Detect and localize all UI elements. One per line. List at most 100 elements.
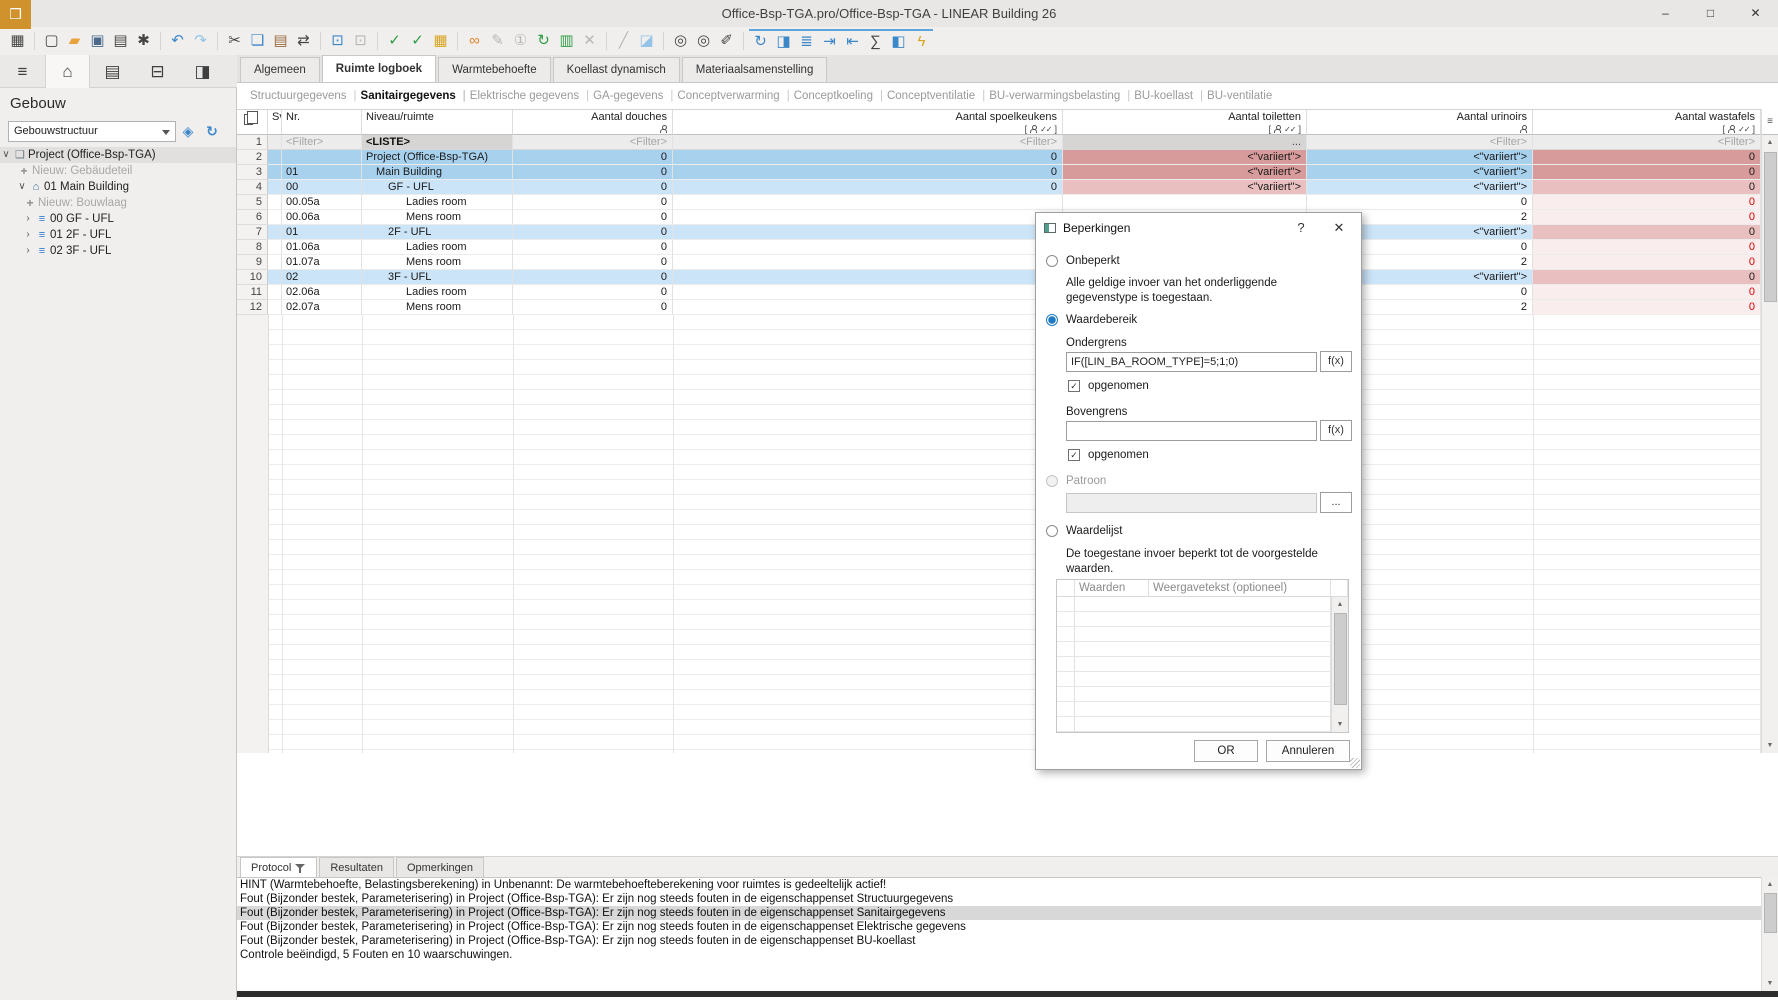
scroll-up-icon[interactable]: ▲ — [1762, 877, 1778, 892]
log-line[interactable]: Fout (Bijzonder bestek, Parameterisering… — [237, 920, 1761, 934]
more-button[interactable]: ... — [1320, 492, 1352, 513]
tree-item-nieuw-gebaudeteil[interactable]: + Nieuw: Gebäudeteil — [0, 163, 236, 179]
save-icon[interactable]: ▣ — [86, 30, 109, 52]
filter-cell-spoelkeukens[interactable]: <Filter> — [673, 135, 1063, 150]
subtab-bu-ventilatie[interactable]: BU-ventilatie — [1200, 90, 1279, 102]
values-row[interactable] — [1057, 717, 1348, 732]
scroll-down-icon[interactable]: ▼ — [1762, 976, 1778, 991]
tab-resultaten[interactable]: Resultaten — [319, 857, 394, 878]
dialog-close-button[interactable]: ✕ — [1322, 213, 1356, 243]
table-row[interactable]: 10 02 3F - UFL 0 <"variiert"> 0 — [237, 270, 1761, 285]
subtab-conceptventilatie[interactable]: Conceptventilatie — [880, 90, 982, 102]
copy-pages-icon[interactable] — [244, 114, 253, 125]
tree-item-nieuw-bouwlaag[interactable]: + Nieuw: Bouwlaag — [0, 195, 236, 211]
doc-check-icon[interactable]: ✓ — [383, 30, 406, 52]
screen-prev-icon[interactable]: ⊡ — [326, 30, 349, 52]
filter-cell-douches[interactable]: <Filter> — [513, 135, 673, 150]
table-row[interactable]: 6 00.06a Mens room 0 2 0 — [237, 210, 1761, 225]
filter-cell-sv[interactable] — [268, 135, 282, 150]
tab-koellast-dynamisch[interactable]: Koellast dynamisch — [553, 57, 680, 82]
table-row[interactable]: 9 01.07a Mens room 0 2 0 — [237, 255, 1761, 270]
filter-cell-urinoirs[interactable]: <Filter> — [1307, 135, 1533, 150]
panel-config-icon[interactable]: ◨ — [772, 31, 795, 53]
chevron-expanded-icon[interactable]: ∨ — [16, 179, 28, 195]
cancel-button[interactable]: Annuleren — [1266, 740, 1350, 762]
sidebar-tab-data[interactable]: ⊟ — [135, 55, 180, 88]
table-row[interactable]: 12 02.07a Mens room 0 2 0 — [237, 300, 1761, 315]
subtab-conceptkoeling[interactable]: Conceptkoeling — [787, 90, 880, 102]
table-row[interactable]: 4 00 GF - UFL 0 0 <"variiert"> <"variier… — [237, 180, 1761, 195]
chevron-collapsed-icon[interactable]: › — [22, 211, 34, 227]
tree-item-floor-00[interactable]: › ≡ 00 GF - UFL — [0, 211, 236, 227]
table-row[interactable]: 3 01 Main Building 0 0 <"variiert"> <"va… — [237, 165, 1761, 180]
table-row[interactable]: 7 01 2F - UFL 0 <"variiert"> 0 — [237, 225, 1761, 240]
refresh-view-icon[interactable]: ↻ — [749, 31, 772, 53]
link-icon[interactable]: ∞ — [463, 30, 486, 52]
paste-icon[interactable]: ▤ — [269, 30, 292, 52]
new-document-icon[interactable]: ▢ — [40, 30, 63, 52]
filter-cell-nr[interactable]: <Filter> — [282, 135, 362, 150]
list-view-icon[interactable]: ≣ — [795, 31, 818, 53]
sidebar-tab-form[interactable]: ◨ — [180, 55, 225, 88]
checkbox-opgenomen-bovengrens[interactable]: ✓ — [1068, 449, 1080, 461]
scroll-up-icon[interactable]: ▲ — [1762, 135, 1778, 150]
tab-materiaalsamenstelling[interactable]: Materiaalsamenstelling — [682, 57, 828, 82]
swap-icon[interactable]: ⇄ — [292, 30, 315, 52]
subtab-elektrische-gegevens[interactable]: Elektrische gegevens — [463, 90, 586, 102]
log-line[interactable]: Fout (Bijzonder bestek, Parameterisering… — [237, 934, 1761, 948]
fx-button-ondergrens[interactable]: f(x) — [1320, 351, 1352, 372]
structure-select[interactable]: Gebouwstructuur — [8, 121, 176, 142]
tree-item-floor-02[interactable]: › ≡ 02 3F - UFL — [0, 243, 236, 259]
tag-one-icon[interactable]: ① — [509, 30, 532, 52]
tab-ruimte-logboek[interactable]: Ruimte logboek — [322, 55, 436, 82]
values-scrollbar[interactable]: ▲ ▼ — [1331, 597, 1348, 732]
tab-algemeen[interactable]: Algemeen — [240, 57, 320, 82]
sidebar-tab-building[interactable]: ⌂ — [45, 55, 90, 88]
tree-item-project[interactable]: ∨ ❏ Project (Office-Bsp-TGA) — [0, 147, 236, 163]
fx-button-bovengrens[interactable]: f(x) — [1320, 420, 1352, 441]
menu-grid-icon[interactable]: ▦ — [6, 30, 29, 52]
edit-pencil-icon[interactable]: ✎ — [486, 30, 509, 52]
resize-grip[interactable] — [1350, 758, 1360, 768]
docs-check-icon[interactable]: ✓ — [406, 30, 429, 52]
table-row[interactable]: 5 00.05a Ladies room 0 0 0 — [237, 195, 1761, 210]
settings-gear-icon[interactable]: ✱ — [132, 30, 155, 52]
subtab-conceptverwarming[interactable]: Conceptverwarming — [670, 90, 786, 102]
table-row[interactable]: 8 01.06a Ladies room 0 0 0 — [237, 240, 1761, 255]
sidebar-tab-list[interactable]: ▤ — [90, 55, 135, 88]
import-icon[interactable]: ⇤ — [841, 31, 864, 53]
radio-patroon[interactable] — [1046, 475, 1058, 487]
subtab-bu-verwarmingsbelasting[interactable]: BU-verwarmingsbelasting — [982, 90, 1127, 102]
refresh-tree-icon[interactable]: ↻ — [200, 121, 224, 142]
export-icon[interactable]: ⇥ — [818, 31, 841, 53]
subtab-bu-koellast[interactable]: BU-koellast — [1127, 90, 1200, 102]
redo-icon[interactable]: ↷ — [189, 30, 212, 52]
sync-icon[interactable]: ↻ — [532, 30, 555, 52]
subtab-sanitairgegevens[interactable]: Sanitairgegevens — [354, 90, 463, 102]
radio-waardelijst[interactable] — [1046, 525, 1058, 537]
values-row[interactable] — [1057, 627, 1348, 642]
ok-button[interactable]: OR — [1194, 740, 1258, 762]
cut-icon[interactable]: ✂ — [223, 30, 246, 52]
scrollbar-thumb[interactable] — [1764, 152, 1777, 302]
log-line-selected[interactable]: Fout (Bijzonder bestek, Parameterisering… — [237, 906, 1761, 920]
table-scrollbar[interactable]: ≡ ▲ ▼ — [1761, 109, 1778, 753]
table-row[interactable]: 11 02.06a Ladies room 0 0 0 — [237, 285, 1761, 300]
quick-calc-icon[interactable]: ϟ — [910, 31, 933, 53]
tab-protocol[interactable]: Protocol — [240, 857, 317, 878]
chevron-collapsed-icon[interactable]: › — [22, 227, 34, 243]
calculator-icon[interactable]: ▦ — [429, 30, 452, 52]
scroll-up-icon[interactable]: ▲ — [1332, 597, 1348, 612]
structure-settings-icon[interactable]: ◈ — [176, 121, 200, 142]
values-row[interactable] — [1057, 597, 1348, 612]
zoom-window-icon[interactable]: ◎ — [692, 30, 715, 52]
log-line[interactable]: Controle beëindigd, 5 Fouten en 10 waars… — [237, 948, 1761, 962]
chevron-expanded-icon[interactable]: ∨ — [0, 147, 12, 163]
values-row[interactable] — [1057, 612, 1348, 627]
open-folder-icon[interactable]: ▰ — [63, 30, 86, 52]
tab-opmerkingen[interactable]: Opmerkingen — [396, 857, 484, 878]
scroll-down-icon[interactable]: ▼ — [1762, 738, 1778, 753]
bovengrens-input[interactable] — [1066, 421, 1317, 441]
log-line[interactable]: Fout (Bijzonder bestek, Parameterisering… — [237, 892, 1761, 906]
table-row[interactable]: 2 Project (Office-Bsp-TGA) 0 0 <"variier… — [237, 150, 1761, 165]
